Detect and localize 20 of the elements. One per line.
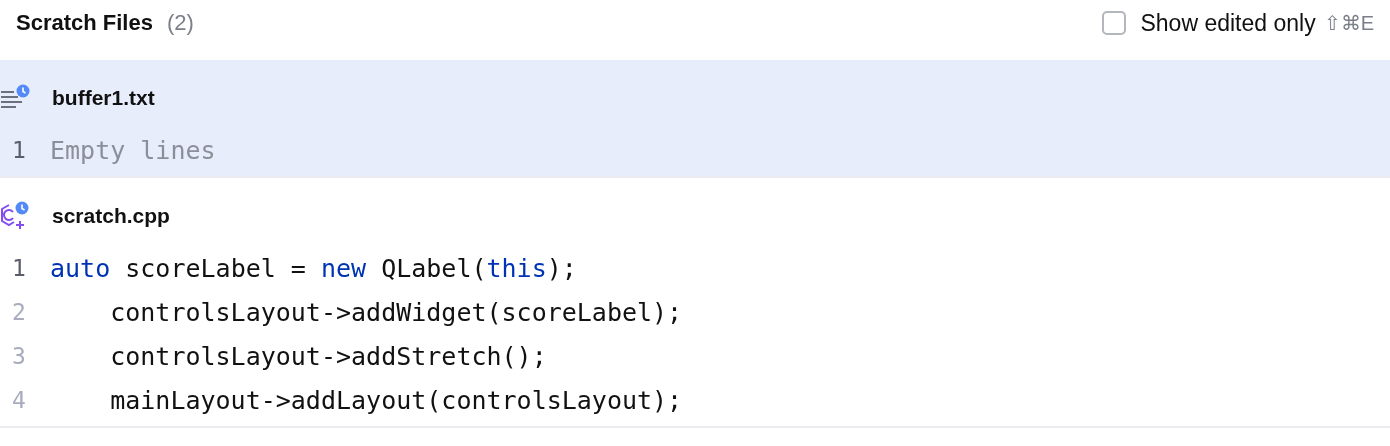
file-name: buffer1.txt (52, 86, 155, 110)
panel-title: Scratch Files (16, 10, 153, 36)
line-number: 3 (11, 343, 27, 369)
line-number: 1 (11, 137, 27, 163)
file-entry[interactable]: scratch.cpp 1 auto scoreLabel = new QLabel(this); 2 controlsLayout->addWidget(scoreLabel); 3 controlsLayout->addStretch(); 4 mainLayout->addLayout(controlsLayout); (0, 178, 1390, 426)
code-line: controlsLayout->addWidget(scoreLabel); (109, 297, 683, 327)
code-line: mainLayout->addLayout(controlsLayout); (109, 385, 683, 415)
checkbox-label[interactable]: Show edited only (1140, 9, 1316, 37)
file-name: scratch.cpp (52, 204, 170, 228)
code-line: Empty lines (50, 135, 216, 165)
line-number: 1 (11, 255, 27, 281)
line-number: 4 (11, 387, 27, 413)
line-number: 2 (11, 299, 27, 325)
shortcut-hint: ⇧⌘E (1323, 11, 1374, 35)
code-line: auto scoreLabel = new QLabel(this); (50, 253, 577, 283)
checkbox[interactable] (1102, 11, 1127, 35)
file-count: (2) (166, 10, 194, 36)
code-line: controlsLayout->addStretch(); (109, 341, 547, 371)
file-entry[interactable]: buffer1.txt 1 Empty lines (0, 60, 1390, 176)
cpp-file-icon (0, 201, 30, 231)
